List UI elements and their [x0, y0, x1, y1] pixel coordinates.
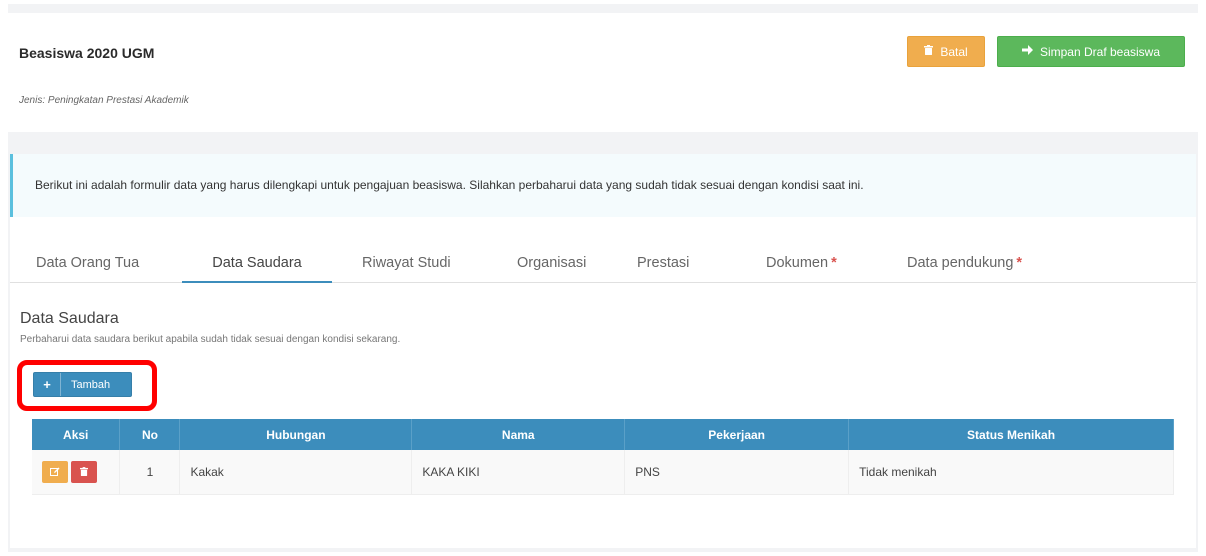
col-header-status-menikah: Status Menikah — [848, 419, 1174, 450]
cancel-label: Batal — [940, 44, 968, 59]
table-header-row: Aksi No Hubungan Nama Pekerjaan Status M… — [32, 419, 1174, 450]
siblings-table: Aksi No Hubungan Nama Pekerjaan Status M… — [32, 419, 1174, 495]
delete-button[interactable] — [71, 460, 97, 483]
section-description: Perbaharui data saudara berikut apabila … — [20, 334, 401, 345]
cancel-button[interactable]: Batal — [907, 36, 985, 67]
save-draft-button[interactable]: Simpan Draf beasiswa — [997, 36, 1185, 67]
tab-bar: Data Orang Tua Data Saudara Riwayat Stud… — [10, 217, 1196, 283]
col-header-hubungan: Hubungan — [179, 419, 413, 450]
page-title: Beasiswa 2020 UGM — [19, 45, 155, 61]
cell-hubungan: Kakak — [179, 450, 413, 495]
trash-icon — [924, 45, 934, 58]
edit-button[interactable] — [42, 460, 68, 483]
tab-organisasi[interactable]: Organisasi — [517, 217, 586, 283]
add-sibling-button[interactable]: + Tambah — [33, 372, 132, 397]
table-row: 1 Kakak KAKA KIKI PNS Tidak menikah — [32, 450, 1174, 495]
data-saudara-panel: Data Saudara Perbaharui data saudara ber… — [10, 283, 1196, 548]
tab-prestasi[interactable]: Prestasi — [637, 217, 689, 283]
tab-data-orang-tua[interactable]: Data Orang Tua — [36, 217, 139, 283]
cell-no: 1 — [119, 450, 181, 495]
cell-pekerjaan: PNS — [624, 450, 850, 495]
plus-icon: + — [34, 373, 61, 396]
tab-riwayat-studi[interactable]: Riwayat Studi — [362, 217, 451, 283]
arrow-right-icon — [1021, 45, 1033, 58]
info-alert: Berikut ini adalah formulir data yang ha… — [10, 154, 1196, 217]
edit-icon — [50, 467, 60, 476]
col-header-aksi: Aksi — [32, 419, 121, 450]
tab-dokumen[interactable]: Dokumen * — [766, 217, 837, 283]
tab-data-saudara[interactable]: Data Saudara — [182, 217, 332, 283]
cell-nama: KAKA KIKI — [411, 450, 626, 495]
trash-icon — [80, 467, 88, 477]
col-header-pekerjaan: Pekerjaan — [624, 419, 850, 450]
save-draft-label: Simpan Draf beasiswa — [1039, 44, 1161, 59]
top-strip — [8, 4, 1198, 13]
info-alert-text: Berikut ini adalah formulir data yang ha… — [35, 178, 864, 192]
section-title: Data Saudara — [20, 310, 119, 327]
add-label: Tambah — [71, 378, 111, 391]
header-card: Beasiswa 2020 UGM Jenis: Peningkatan Pre… — [8, 13, 1198, 132]
cell-status-menikah: Tidak menikah — [848, 450, 1174, 495]
tab-data-pendukung[interactable]: Data pendukung * — [907, 217, 1022, 283]
col-header-no: No — [119, 419, 181, 450]
required-mark: * — [831, 255, 837, 271]
cell-aksi — [32, 450, 121, 495]
required-mark: * — [1016, 255, 1023, 271]
col-header-nama: Nama — [411, 419, 626, 450]
scholarship-type: Jenis: Peningkatan Prestasi Akademik — [19, 95, 189, 106]
